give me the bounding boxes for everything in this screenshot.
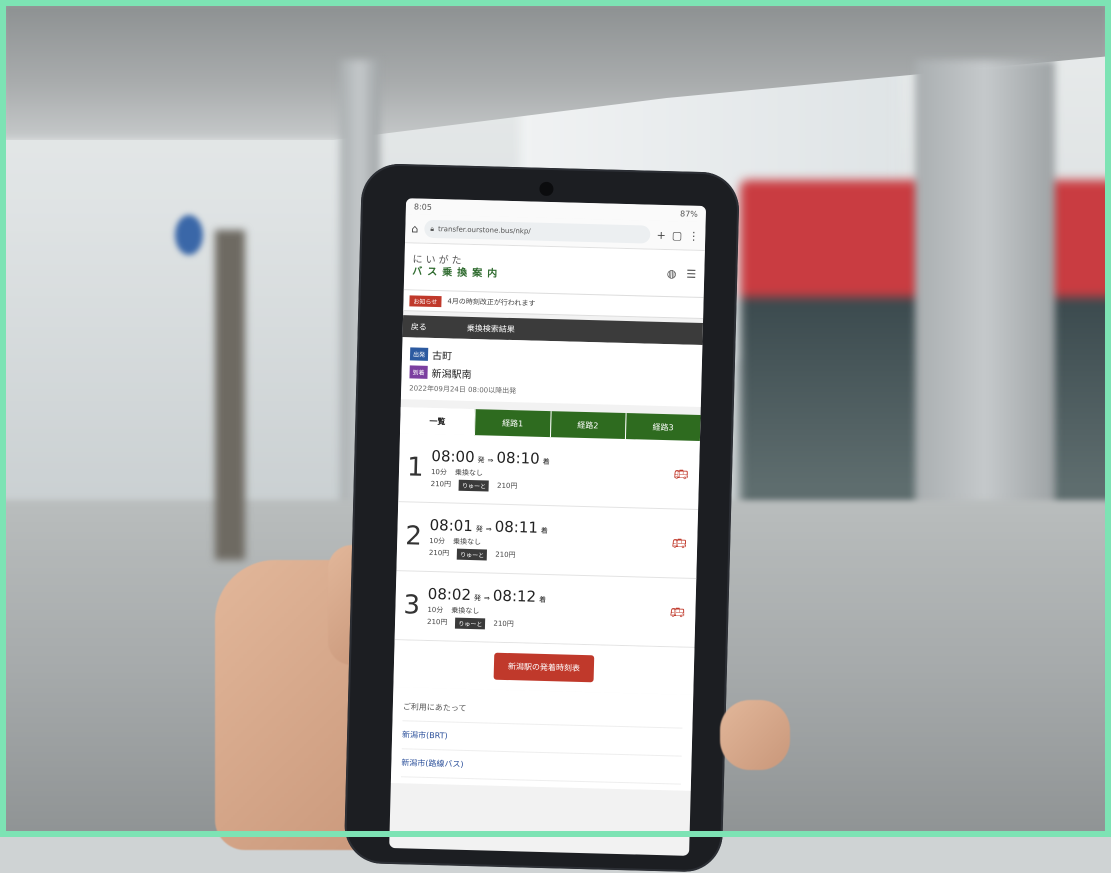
arrival-suffix: 着 bbox=[542, 457, 550, 466]
tab-list[interactable]: 一覧 bbox=[400, 407, 475, 436]
bus-icon: 🚌︎ bbox=[673, 467, 689, 482]
back-button[interactable]: 戻る bbox=[411, 321, 427, 332]
transfer-info: 乗換なし bbox=[454, 468, 484, 477]
transfer-info: 乗換なし bbox=[453, 537, 482, 546]
blue-sign bbox=[175, 215, 203, 255]
tab-route-2[interactable]: 経路2 bbox=[549, 411, 626, 440]
arrival-time: 08:10 bbox=[496, 448, 540, 468]
notice-tag: お知らせ bbox=[409, 294, 442, 307]
result-row[interactable]: 2 08:01 発 ⇒ 08:11 着 10分 乗換なし 210円 りゅーと 210円 🚌… bbox=[396, 502, 699, 579]
duration: 10分 bbox=[429, 536, 446, 545]
fare: 210円 bbox=[426, 617, 448, 627]
arrival-suffix: 着 bbox=[540, 526, 548, 535]
route-summary: 出発 古町 到着 新潟駅南 2022年09月24日 08:00以降出発 bbox=[400, 337, 703, 408]
departure-suffix: 発 bbox=[475, 524, 483, 533]
link-route-bus[interactable]: 新潟市(路線バス) bbox=[400, 749, 682, 785]
bus-icon: 🚌︎ bbox=[669, 605, 686, 620]
transfer-info: 乗換なし bbox=[451, 606, 480, 615]
timetable-button[interactable]: 新潟駅の発着時刻表 bbox=[493, 652, 595, 683]
lock-icon: 🔒︎ bbox=[430, 224, 435, 233]
tab-route-3[interactable]: 経路3 bbox=[624, 413, 701, 441]
arrival-suffix: 着 bbox=[538, 595, 547, 604]
departure-time: 08:00 bbox=[431, 446, 475, 466]
tree-trunk bbox=[215, 230, 245, 560]
ic-card-tag: りゅーと bbox=[457, 548, 488, 560]
fare: 210円 bbox=[428, 548, 450, 558]
to-stop: 新潟駅南 bbox=[431, 368, 472, 381]
search-date: 2022年09月24日 08:00以降出発 bbox=[409, 384, 517, 396]
to-badge: 到着 bbox=[409, 365, 428, 379]
bus-icon: 🚌︎ bbox=[671, 536, 688, 551]
result-number: 3 bbox=[403, 590, 421, 621]
ic-fare: 210円 bbox=[495, 550, 516, 560]
battery-level: 87% bbox=[679, 208, 698, 219]
arrow-icon: ⇒ bbox=[483, 593, 490, 603]
home-icon[interactable]: ⌂ bbox=[411, 222, 418, 235]
url-field[interactable]: 🔒︎ transfer.ourstone.bus/nkp/ bbox=[424, 219, 651, 244]
result-row[interactable]: 1 08:00 発 ⇒ 08:10 着 10分 乗換なし 210円 りゅーと 210円 🚌… bbox=[398, 433, 700, 510]
departure-time: 08:02 bbox=[427, 584, 472, 604]
cta-area: 新潟駅の発着時刻表 bbox=[393, 640, 695, 695]
plus-icon[interactable]: + bbox=[656, 228, 666, 241]
site-logo[interactable]: にいがた バス乗換案内 bbox=[412, 254, 503, 280]
site-header: にいがた バス乗換案内 ◍ ☰ bbox=[403, 243, 705, 298]
bus-stop-icon[interactable]: ◍ bbox=[667, 267, 677, 280]
links-section: ご利用にあたって 新潟市(BRT) 新潟市(路線バス) bbox=[390, 687, 694, 791]
ic-card-tag: りゅーと bbox=[458, 479, 490, 491]
result-number: 2 bbox=[404, 521, 423, 552]
smartphone: 8:05 87% ⌂ 🔒︎ transfer.ourstone.bus/nkp/… bbox=[343, 163, 740, 873]
ic-fare: 210円 bbox=[496, 481, 518, 491]
status-time: 8:05 bbox=[413, 201, 433, 212]
logo-line2: バス乗換案内 bbox=[412, 266, 503, 280]
arrival-time: 08:11 bbox=[494, 517, 539, 537]
results-list: 1 08:00 発 ⇒ 08:10 着 10分 乗換なし 210円 りゅーと 210円 🚌… bbox=[394, 433, 700, 648]
result-number: 1 bbox=[406, 452, 425, 483]
duration: 10分 bbox=[427, 605, 444, 614]
ic-fare: 210円 bbox=[493, 619, 514, 629]
departure-suffix: 発 bbox=[477, 455, 485, 464]
result-row[interactable]: 3 08:02 発 ⇒ 08:12 着 10分 乗換なし 210円 りゅーと 210円 🚌… bbox=[394, 571, 697, 648]
departure-suffix: 発 bbox=[473, 593, 482, 602]
tab-route-1[interactable]: 経路1 bbox=[474, 409, 551, 438]
from-stop: 古町 bbox=[431, 350, 453, 363]
phone-screen: 8:05 87% ⌂ 🔒︎ transfer.ourstone.bus/nkp/… bbox=[389, 198, 707, 856]
fare: 210円 bbox=[430, 479, 452, 489]
arrow-icon: ⇒ bbox=[487, 455, 494, 465]
departure-time: 08:01 bbox=[429, 515, 474, 535]
finger bbox=[720, 700, 790, 770]
notice-text: 4月の時刻改正が行われます bbox=[447, 297, 536, 308]
from-badge: 出発 bbox=[409, 347, 429, 361]
ic-card-tag: りゅーと bbox=[455, 617, 486, 629]
hamburger-icon[interactable]: ☰ bbox=[686, 267, 696, 280]
duration: 10分 bbox=[430, 467, 448, 476]
front-camera bbox=[539, 181, 554, 197]
page-title: 乗換検索結果 bbox=[466, 323, 515, 334]
url-text: transfer.ourstone.bus/nkp/ bbox=[437, 225, 531, 236]
arrival-time: 08:12 bbox=[492, 586, 537, 606]
tabs-icon[interactable]: ▢ bbox=[672, 229, 683, 242]
menu-dots-icon[interactable]: ⋮ bbox=[688, 229, 699, 242]
arrow-icon: ⇒ bbox=[485, 524, 492, 534]
